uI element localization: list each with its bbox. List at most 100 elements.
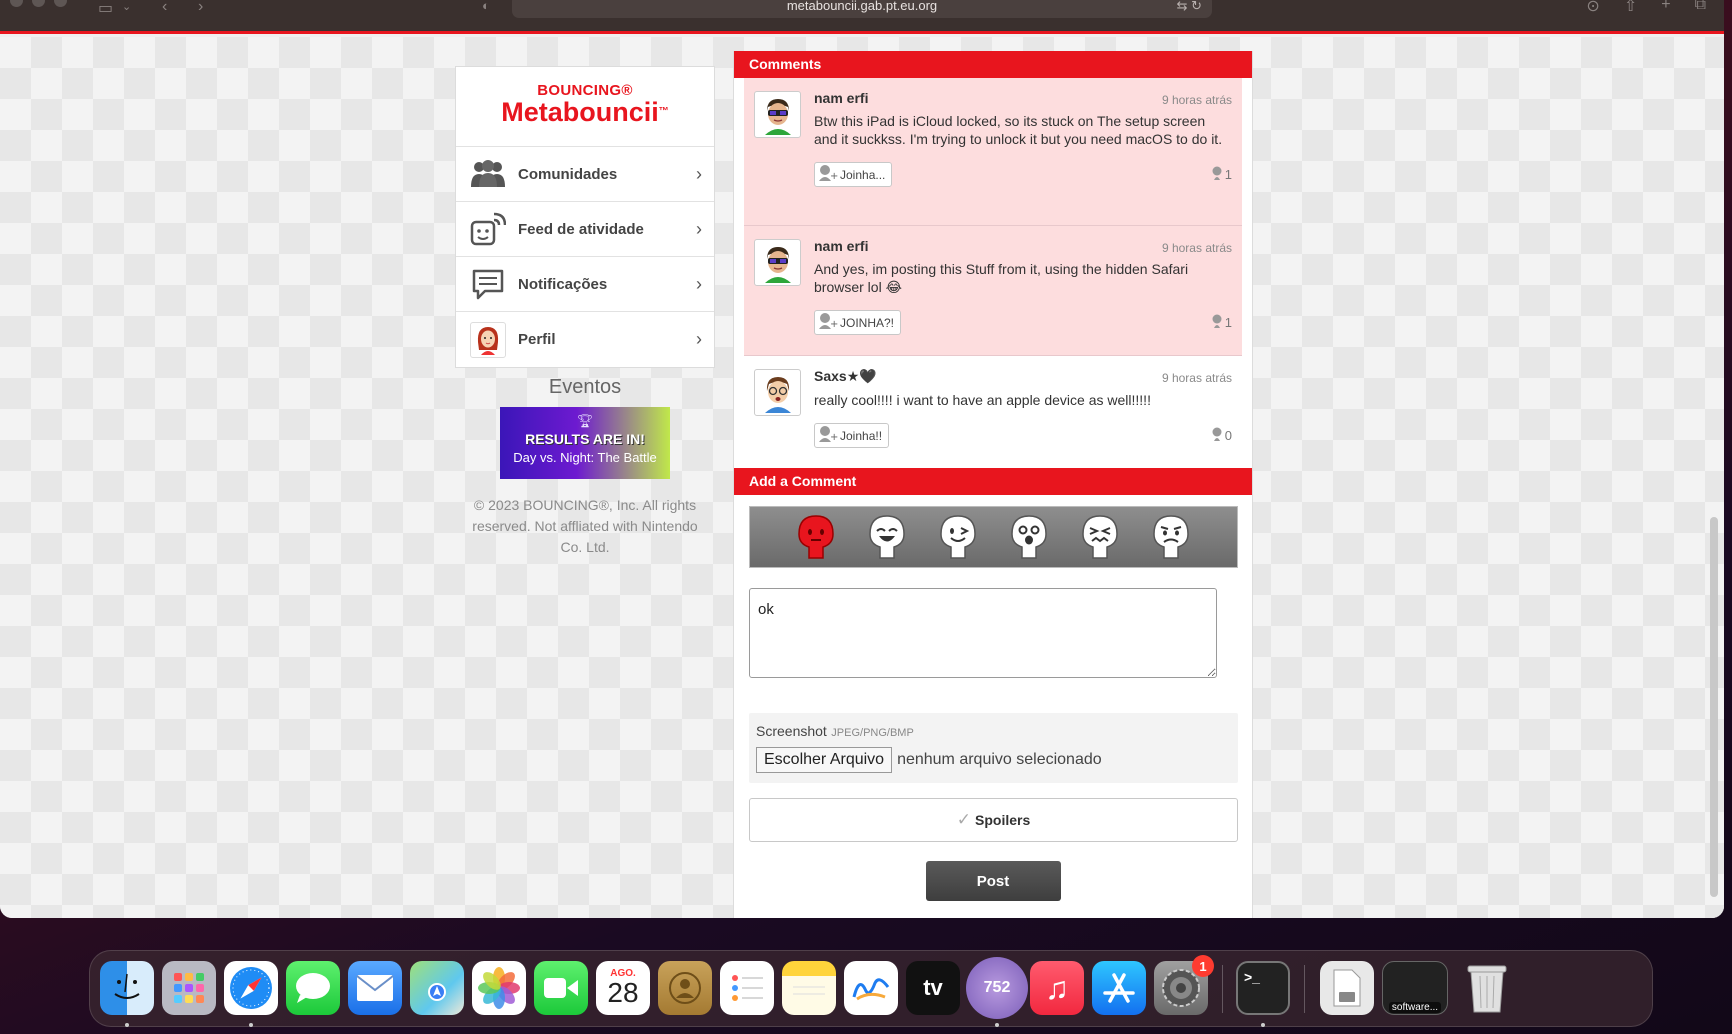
- sidebar: BOUNCING® Metabouncii™ Comunidades › Fee…: [455, 66, 715, 558]
- yeah-mii-icon: +: [818, 164, 838, 185]
- new-tab-icon[interactable]: +: [1661, 0, 1670, 16]
- event-banner[interactable]: 🏆︎ RESULTS ARE IN! Day vs. Night: The Ba…: [500, 407, 670, 479]
- screenshot-label: Screenshot: [756, 723, 827, 739]
- share-icon[interactable]: ⇧: [1624, 0, 1637, 16]
- terminal-prompt: >_: [1244, 969, 1260, 985]
- url-bar[interactable]: metabouncii.gab.pt.eu.org ⇆ ↻: [512, 0, 1212, 18]
- tab-overview-icon[interactable]: ⧉: [1695, 0, 1706, 16]
- chevron-right-icon: ›: [696, 164, 702, 184]
- add-comment-header: Add a Comment: [734, 468, 1252, 495]
- downloads-icon[interactable]: ⊙: [1586, 0, 1599, 16]
- emotion-normal-face-icon[interactable]: [795, 513, 837, 561]
- page-scrollbar[interactable]: [1710, 517, 1718, 897]
- web-page: BOUNCING® Metabouncii™ Comunidades › Fee…: [0, 37, 1724, 918]
- dock: AGO. 28 tv 752 ♫ 1 >_ software...: [89, 950, 1653, 1027]
- system-settings-icon[interactable]: 1: [1154, 955, 1214, 1015]
- emotion-happy-face-icon[interactable]: [866, 513, 908, 561]
- comment-footer: + Joinha!! 0: [814, 423, 1232, 448]
- emotion-puzzled-face-icon[interactable]: [1150, 513, 1192, 561]
- running-indicator: [125, 1023, 129, 1027]
- contacts-icon[interactable]: [658, 961, 712, 1015]
- running-indicator: [249, 1023, 253, 1027]
- yeah-button[interactable]: + Joinha...: [814, 162, 893, 187]
- yeah-button[interactable]: + JOINHA?!: [814, 310, 902, 335]
- spoilers-toggle[interactable]: ✓ Spoilers: [749, 798, 1238, 842]
- avatar[interactable]: [754, 369, 801, 416]
- calendar-icon[interactable]: AGO. 28: [596, 961, 650, 1015]
- logo-main: Metabouncii: [501, 97, 659, 127]
- minimize-window-button[interactable]: [32, 0, 45, 7]
- svg-text:+: +: [830, 432, 838, 443]
- notifications-icon: [470, 266, 506, 302]
- freeform-icon[interactable]: [844, 961, 898, 1015]
- comment-time: 9 horas atrás: [1161, 371, 1232, 385]
- sidebar-item-perfil[interactable]: Perfil ›: [456, 312, 714, 367]
- music-icon[interactable]: ♫: [1030, 961, 1084, 1015]
- mii-count-icon: [1211, 427, 1223, 444]
- sidebar-item-feed[interactable]: Feed de atividade ›: [456, 202, 714, 257]
- sidebar-item-comunidades[interactable]: Comunidades ›: [456, 147, 714, 202]
- app-store-icon[interactable]: [1092, 961, 1146, 1015]
- emotion-frustrated-face-icon[interactable]: [1079, 513, 1121, 561]
- sidebar-item-label: Feed de atividade: [518, 220, 644, 238]
- activity-feed-icon: [470, 211, 506, 247]
- running-indicator: [1261, 1023, 1265, 1027]
- logo-main-text: Metabouncii™: [456, 97, 714, 127]
- calendar-day: 28: [607, 976, 639, 1008]
- reload-icon[interactable]: ⇆ ↻: [1177, 0, 1202, 18]
- chevron-down-icon[interactable]: ⌄: [122, 0, 131, 13]
- chevron-right-icon: ›: [696, 219, 702, 239]
- file-input-row: Escolher Arquivo nenhum arquivo selecion…: [756, 747, 1231, 773]
- svg-text:+: +: [830, 319, 838, 330]
- screenshot-upload: Screenshot JPEG/PNG/BMP Escolher Arquivo…: [749, 713, 1238, 783]
- messages-icon[interactable]: [286, 961, 340, 1015]
- trophy-icon: 🏆︎: [576, 413, 594, 428]
- software-window-thumbnail[interactable]: software...: [1382, 961, 1448, 1015]
- profile-avatar-icon: [470, 321, 506, 358]
- apple-tv-icon[interactable]: tv: [906, 961, 960, 1015]
- safari-icon[interactable]: [224, 961, 278, 1015]
- sidebar-item-label: Notificações: [518, 275, 608, 293]
- reminders-icon[interactable]: [720, 961, 774, 1015]
- comments-list: nam erfi 9 horas atrás Btw this iPad is …: [734, 78, 1252, 468]
- avatar[interactable]: [754, 239, 801, 286]
- yeah-label: Joinha...: [840, 167, 886, 182]
- terminal-icon[interactable]: >_: [1236, 961, 1290, 1015]
- launchpad-icon[interactable]: [162, 961, 216, 1015]
- yeah-label: Joinha!!: [840, 428, 883, 443]
- post-button[interactable]: Post: [925, 861, 1061, 901]
- sidebar-toggle-icon[interactable]: ▭: [98, 0, 113, 18]
- avatar[interactable]: [754, 91, 801, 138]
- screenshot-types: JPEG/PNG/BMP: [831, 727, 914, 739]
- yeah-button[interactable]: + Joinha!!: [814, 423, 890, 448]
- notes-icon[interactable]: [782, 961, 836, 1015]
- event-banner-line1: RESULTS ARE IN!: [525, 431, 645, 447]
- facetime-icon[interactable]: [534, 961, 588, 1015]
- finder-icon[interactable]: [100, 961, 154, 1015]
- site-logo[interactable]: BOUNCING® Metabouncii™: [456, 67, 714, 147]
- main-column: Comments nam erfi 9 horas atrás Btw this…: [733, 51, 1253, 918]
- photos-icon[interactable]: [472, 961, 526, 1015]
- privacy-shield-icon[interactable]: ◐: [482, 0, 490, 13]
- zoom-window-button[interactable]: [54, 0, 67, 7]
- comment-textarea[interactable]: ok: [749, 588, 1217, 678]
- browser-toolbar: ▭ ⌄ ‹ › ◐ metabouncii.gab.pt.eu.org ⇆ ↻ …: [0, 0, 1724, 34]
- back-icon[interactable]: ‹: [162, 0, 167, 16]
- emotion-selector: [749, 506, 1238, 568]
- yeah-count: 1: [1211, 166, 1232, 183]
- activity-counter-icon[interactable]: 752: [966, 957, 1028, 1019]
- close-window-button[interactable]: [10, 0, 23, 7]
- comment-text: And yes, im posting this Stuff from it, …: [814, 261, 1189, 295]
- comment-time: 9 horas atrás: [1161, 241, 1232, 255]
- mail-icon[interactable]: [348, 961, 402, 1015]
- comment-item: nam erfi 9 horas atrás And yes, im posti…: [744, 226, 1242, 356]
- forward-icon[interactable]: ›: [198, 0, 203, 16]
- maps-icon[interactable]: [410, 961, 464, 1015]
- choose-file-button[interactable]: Escolher Arquivo: [756, 747, 893, 773]
- trash-icon[interactable]: [1460, 961, 1514, 1015]
- disk-image-icon[interactable]: [1320, 961, 1374, 1015]
- dock-separator: [1222, 965, 1223, 1013]
- emotion-surprised-face-icon[interactable]: [1008, 513, 1050, 561]
- sidebar-item-notificacoes[interactable]: Notificações ›: [456, 257, 714, 312]
- emotion-wink-face-icon[interactable]: [937, 513, 979, 561]
